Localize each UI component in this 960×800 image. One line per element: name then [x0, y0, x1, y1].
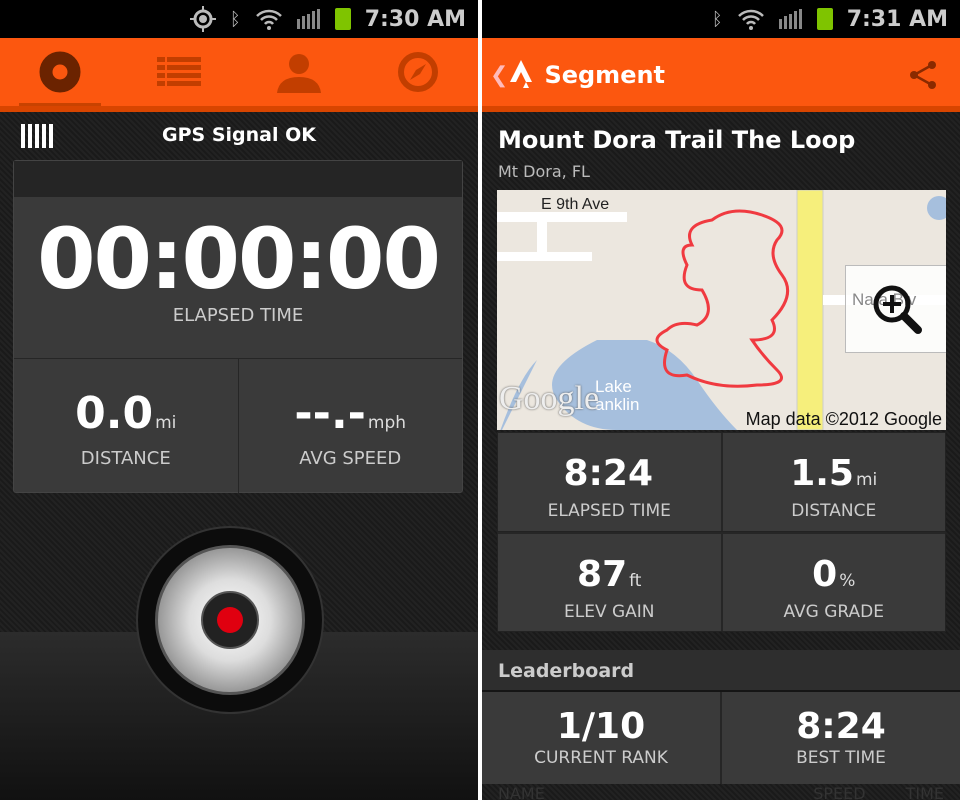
- elapsed-value: 00:00:00: [37, 210, 441, 308]
- avg-grade-stat: 0% AVG GRADE: [720, 534, 946, 631]
- strava-logo-icon: [510, 60, 533, 88]
- status-bar: ᛒ 7:30 AM: [0, 0, 478, 38]
- speed-unit: mph: [367, 413, 407, 433]
- gps-icon: [189, 6, 216, 32]
- segment-map[interactable]: E 9th Ave Lake anklin Google Map data ©20…: [497, 190, 946, 430]
- segment-name: Mount Dora Trail The Loop: [498, 126, 856, 154]
- gps-strength-icon: [21, 124, 53, 148]
- tab-bar: [0, 38, 478, 112]
- elapsed-time: 00:00:00 ELAPSED TIME: [14, 197, 462, 359]
- back-button[interactable]: ❮: [490, 60, 534, 90]
- elev-gain-stat: 87 ft ELEV GAIN: [563, 554, 655, 622]
- battery-icon: [334, 8, 351, 30]
- tab-activities[interactable]: [120, 38, 240, 106]
- speed-value: --.-: [294, 388, 366, 439]
- best-time: 8:24 BEST TIME: [720, 692, 960, 784]
- stats-row-2: 87 ft ELEV GAIN 0% AVG GRADE: [497, 532, 946, 632]
- col-name[interactable]: NAME: [498, 784, 545, 800]
- bluetooth-icon: ᛒ: [711, 8, 723, 30]
- list-icon: [157, 57, 202, 86]
- speed-label: AVG SPEED: [299, 448, 402, 469]
- clock: 7:30 AM: [364, 6, 466, 32]
- gps-status-text: GPS Signal OK: [162, 124, 316, 146]
- distance-value: 0.0: [75, 388, 154, 439]
- tab-explore[interactable]: [359, 38, 479, 106]
- record-button[interactable]: [138, 528, 322, 712]
- map-label-lake: Lake anklin: [595, 377, 640, 414]
- wifi-icon: [737, 9, 764, 30]
- tab-profile[interactable]: [239, 38, 359, 106]
- distance-label: DISTANCE: [80, 448, 171, 469]
- bluetooth-icon: ᛒ: [229, 8, 241, 30]
- map-attribution: Map data ©2012 Google: [745, 409, 942, 429]
- clock: 7:31 AM: [846, 6, 948, 32]
- record-screen: ᛒ 7:30 AM GPS Signal OK 00:00:00 ELAPSED…: [0, 0, 478, 800]
- record-icon: [217, 607, 243, 633]
- stats-panel: 00:00:00 ELAPSED TIME 0.0 mi DISTANCE --.-…: [13, 160, 463, 493]
- signal-icon: [778, 9, 802, 29]
- map-label-street: E 9th Ave: [541, 196, 610, 213]
- gps-status: GPS Signal OK: [0, 112, 478, 158]
- screen-title: Segment: [544, 61, 666, 89]
- profile-icon: [276, 54, 321, 93]
- segment-location: Mt Dora, FL: [498, 162, 590, 181]
- wifi-icon: [255, 9, 282, 30]
- signal-icon: [296, 9, 320, 29]
- leaderboard-header: Leaderboard: [482, 650, 960, 692]
- google-logo: Google: [499, 380, 600, 417]
- leaderboard-columns: NAME SPEED TIME: [482, 784, 960, 800]
- tab-record[interactable]: [0, 38, 120, 106]
- elapsed-time-stat: 8:24 ELAPSED TIME: [547, 453, 671, 521]
- col-speed[interactable]: SPEED: [813, 784, 865, 800]
- zoom-in-icon: [873, 285, 922, 334]
- explore-compass-icon: [398, 52, 439, 92]
- current-rank: 1/10 CURRENT RANK: [534, 706, 668, 768]
- record-icon: [39, 51, 81, 93]
- action-bar: ❮ Segment: [482, 38, 960, 112]
- avg-speed-stat: --.- mph AVG SPEED: [237, 359, 463, 493]
- status-bar: ᛒ 7:31 AM: [482, 0, 960, 38]
- share-icon[interactable]: [908, 60, 938, 90]
- distance-stat: 1.5 mi DISTANCE: [720, 433, 946, 531]
- stats-row-1: 8:24 ELAPSED TIME 1.5 mi DISTANCE: [497, 432, 946, 532]
- col-time[interactable]: TIME: [906, 784, 944, 800]
- back-chevron-icon: ❮: [490, 62, 509, 88]
- zoom-in-button[interactable]: Na a Blv: [845, 265, 946, 353]
- battery-icon: [816, 8, 833, 30]
- elapsed-label: ELAPSED TIME: [172, 305, 304, 326]
- distance-unit: mi: [155, 413, 177, 433]
- distance-stat: 0.0 mi DISTANCE: [14, 359, 238, 493]
- segment-screen: ᛒ 7:31 AM ❮ Segment Mount Dora Trail The…: [482, 0, 960, 800]
- leaderboard-summary: 1/10 CURRENT RANK 8:24 BEST TIME: [482, 692, 960, 784]
